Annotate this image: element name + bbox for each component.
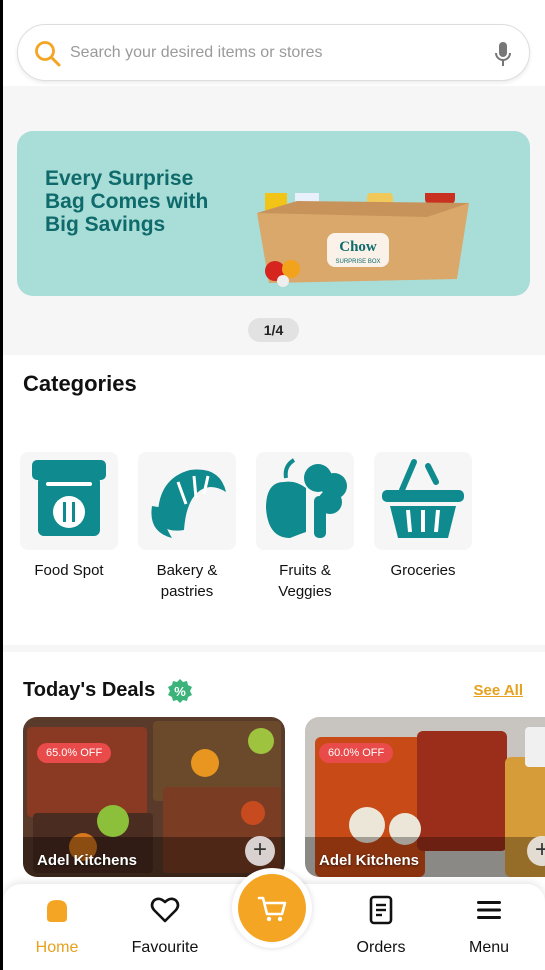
store-name: Adel Kitchens	[319, 852, 420, 869]
nav-orders[interactable]: Orders	[331, 894, 431, 957]
takeaway-bag-icon	[32, 460, 106, 536]
svg-text:%: %	[174, 684, 186, 699]
discount-badge: 60.0% OFF	[319, 743, 394, 763]
nav-home[interactable]: Home	[7, 894, 107, 957]
categories-title: Categories	[23, 371, 137, 396]
promo-banner[interactable]: Every Surprise Bag Comes with Big Saving…	[17, 131, 530, 296]
app-screen: Search your desired items or stores Ever…	[3, 0, 545, 970]
banner-headline: Every Surprise Bag Comes with Big Saving…	[45, 167, 209, 236]
microphone-icon[interactable]	[493, 41, 513, 67]
banner-pager: 1/4	[248, 318, 299, 342]
discount-badge: 65.0% OFF	[37, 743, 112, 763]
nav-home-label: Home	[35, 939, 79, 956]
categories-section: Categories Food Spot Bakery & pastries F…	[3, 355, 545, 645]
croissant-icon	[151, 469, 226, 538]
discount-badge-icon: %	[168, 679, 192, 703]
cart-button[interactable]	[232, 868, 312, 948]
nav-favourite-label: Favourite	[131, 939, 199, 956]
category-label: Bakery & pastries	[156, 562, 218, 600]
search-bar[interactable]: Search your desired items or stores	[17, 24, 530, 81]
store-name: Adel Kitchens	[37, 852, 138, 869]
category-label: Food Spot	[34, 562, 104, 579]
orders-icon	[369, 895, 393, 925]
deal-card[interactable]: 60.0% OFF Adel Kitchens +	[305, 717, 545, 877]
surprise-box-image: Chow SURPRISE BOX	[257, 193, 469, 287]
apple-broccoli-icon	[266, 458, 347, 538]
heart-icon	[150, 897, 180, 923]
category-label: Groceries	[390, 562, 456, 579]
search-input[interactable]: Search your desired items or stores	[70, 44, 323, 62]
category-groceries[interactable]: Groceries	[373, 452, 473, 581]
deals-title: Today's Deals	[23, 679, 156, 701]
basket-icon	[382, 459, 464, 538]
add-button[interactable]: +	[245, 836, 275, 866]
see-all-link[interactable]: See All	[474, 682, 523, 699]
category-bakery[interactable]: Bakery & pastries	[137, 452, 237, 602]
nav-menu-label: Menu	[468, 939, 510, 956]
category-label: Fruits & Veggies	[278, 562, 332, 600]
deal-card[interactable]: 65.0% OFF Adel Kitchens +	[23, 717, 285, 877]
category-food-spot[interactable]: Food Spot	[19, 452, 119, 581]
cart-icon	[257, 896, 287, 922]
box-brand-text: Chow	[339, 239, 377, 255]
search-icon	[35, 41, 61, 67]
nav-orders-label: Orders	[356, 939, 406, 956]
nav-menu[interactable]: Menu	[439, 894, 539, 957]
category-fruits-veggies[interactable]: Fruits & Veggies	[255, 452, 355, 602]
nav-favourite[interactable]: Favourite	[115, 894, 215, 957]
menu-icon	[477, 901, 501, 919]
home-icon	[47, 900, 67, 922]
box-sub-text: SURPRISE BOX	[335, 259, 380, 265]
